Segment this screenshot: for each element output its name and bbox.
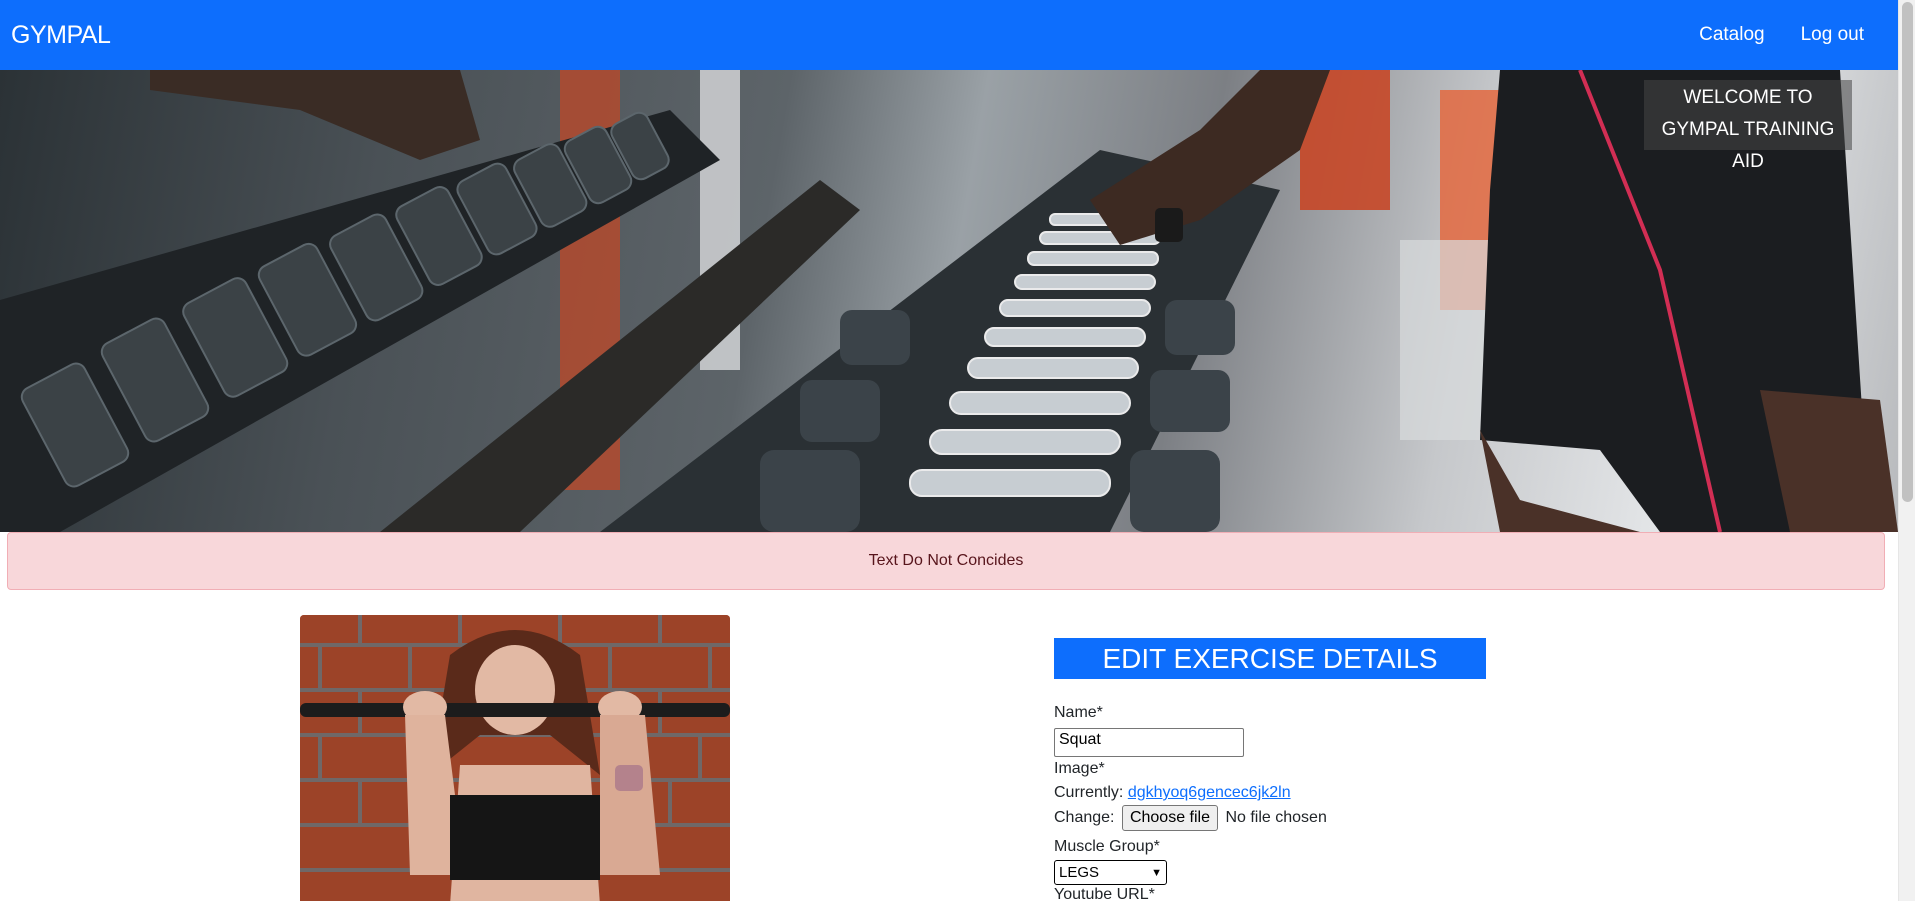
- name-input[interactable]: Squat: [1054, 728, 1244, 757]
- muscle-group-value: LEGS: [1059, 864, 1100, 881]
- exercise-image: [300, 615, 730, 901]
- nav-links: Catalog Log out: [1699, 24, 1864, 46]
- edit-exercise-form: EDIT EXERCISE DETAILS Name* Squat Image*…: [1054, 638, 1486, 901]
- image-label: Image*: [1054, 760, 1105, 777]
- name-label: Name*: [1054, 704, 1103, 721]
- muscle-group-select[interactable]: LEGS ▼: [1054, 860, 1167, 885]
- currently-label: Currently:: [1054, 784, 1124, 801]
- error-alert: Text Do Not Concides: [7, 532, 1885, 590]
- hero-banner: WELCOME TO GYMPAL TRAINING AID: [0, 70, 1898, 532]
- youtube-url-label: Youtube URL*: [1054, 886, 1155, 901]
- welcome-banner: WELCOME TO GYMPAL TRAINING AID: [1644, 80, 1852, 172]
- brand-logo[interactable]: GYMPAL: [11, 21, 111, 50]
- muscle-group-label: Muscle Group*: [1054, 838, 1160, 855]
- current-image-row: Currently: dgkhyoq6gencec6jk2ln: [1054, 784, 1291, 802]
- chevron-down-icon: ▼: [1151, 866, 1162, 879]
- no-file-text: No file chosen: [1225, 809, 1327, 827]
- page-scrollbar[interactable]: [1898, 0, 1915, 901]
- nav-link-catalog[interactable]: Catalog: [1699, 24, 1765, 46]
- choose-file-button[interactable]: Choose file: [1121, 805, 1218, 831]
- form-title: EDIT EXERCISE DETAILS: [1054, 638, 1486, 679]
- top-navbar: GYMPAL Catalog Log out: [0, 0, 1898, 70]
- hero-dumbbell-rack-image: [0, 70, 1898, 532]
- nav-link-logout[interactable]: Log out: [1801, 24, 1864, 46]
- scrollbar-thumb[interactable]: [1902, 2, 1913, 502]
- change-label: Change:: [1054, 809, 1115, 827]
- alert-message: Text Do Not Concides: [868, 552, 1024, 569]
- change-image-row: Change: Choose file No file chosen: [1054, 805, 1327, 831]
- current-image-link[interactable]: dgkhyoq6gencec6jk2ln: [1128, 784, 1291, 801]
